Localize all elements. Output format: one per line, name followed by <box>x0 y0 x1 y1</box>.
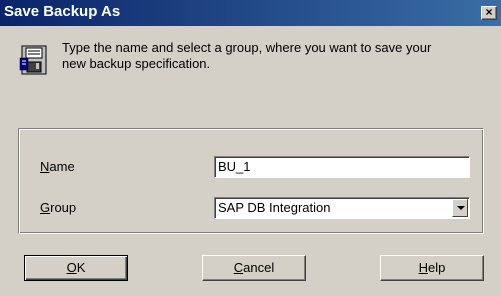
name-label-rest: ame <box>49 159 75 174</box>
group-label: Group <box>40 200 76 215</box>
ok-button[interactable]: OK <box>24 255 128 281</box>
name-label: Name <box>40 159 75 174</box>
floppy-disk-icon <box>19 45 47 75</box>
cancel-button[interactable]: Cancel <box>202 255 306 281</box>
group-select-value: SAP DB Integration <box>218 200 331 215</box>
save-backup-dialog: Save Backup As × Type the name and selec… <box>0 0 501 296</box>
ok-mnemonic: O <box>66 260 77 275</box>
cancel-mnemonic: C <box>233 260 244 275</box>
name-input[interactable]: BU_1 <box>214 156 470 178</box>
group-label-rest: roup <box>50 200 77 215</box>
group-dropdown-button[interactable] <box>452 199 468 217</box>
close-button[interactable]: × <box>481 6 497 20</box>
name-label-mnemonic: N <box>40 159 50 174</box>
instruction-line-2: new backup specification. <box>62 56 211 71</box>
dialog-title: Save Backup As <box>4 3 121 20</box>
cancel-label-rest: ancel <box>243 260 275 275</box>
help-label-rest: elp <box>428 260 446 275</box>
title-bar[interactable]: Save Backup As × <box>0 0 501 26</box>
ok-label-rest: K <box>76 260 86 275</box>
group-label-mnemonic: G <box>40 200 51 215</box>
instruction-text: Type the name and select a group, where … <box>62 40 482 72</box>
instruction-line-1: Type the name and select a group, where … <box>62 40 432 55</box>
close-icon: × <box>485 5 493 19</box>
help-mnemonic: H <box>418 260 429 275</box>
help-button[interactable]: Help <box>380 255 484 281</box>
group-select[interactable]: SAP DB Integration <box>214 197 470 219</box>
